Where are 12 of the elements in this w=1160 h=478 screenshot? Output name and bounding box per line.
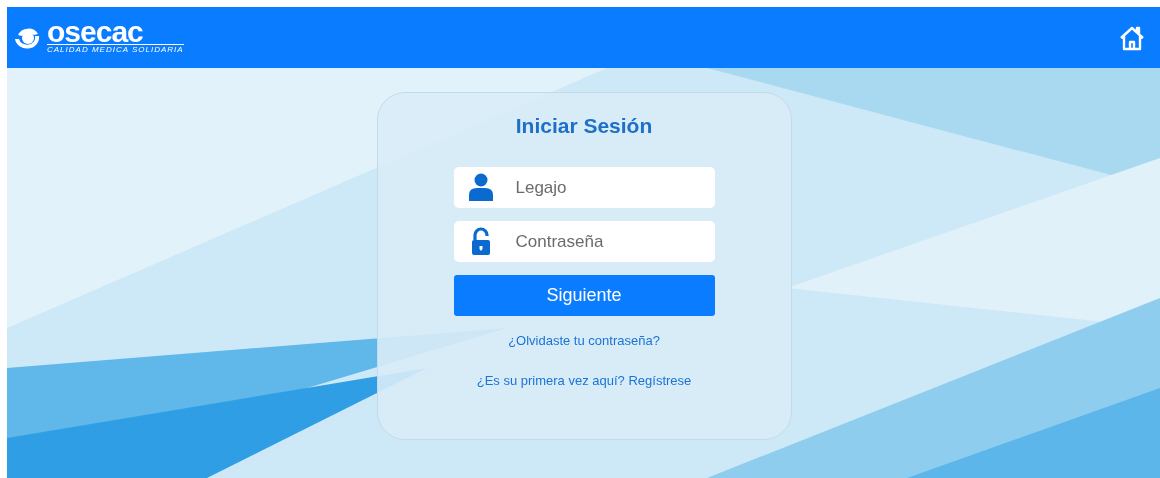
login-title: Iniciar Sesión: [515, 113, 653, 139]
home-icon: [1118, 24, 1146, 51]
link[interactable]: ¿Es su primera vez aquí? Regístrese: [476, 372, 692, 390]
padlock-icon: [470, 227, 491, 255]
next-button[interactable]: Siguiente: [453, 275, 715, 316]
input-field[interactable]: Legajo: [453, 167, 715, 208]
user-icon: [468, 173, 493, 201]
link[interactable]: ¿Olvidaste tu contraseña?: [508, 332, 660, 350]
logo[interactable]: osecac CALIDAD MEDICA SOLIDARIA: [13, 20, 184, 55]
logo-tagline: CALIDAD MEDICA SOLIDARIA: [47, 44, 184, 55]
input-field[interactable]: Contraseña: [453, 221, 715, 262]
logo-wordmark: osecac: [47, 20, 143, 44]
